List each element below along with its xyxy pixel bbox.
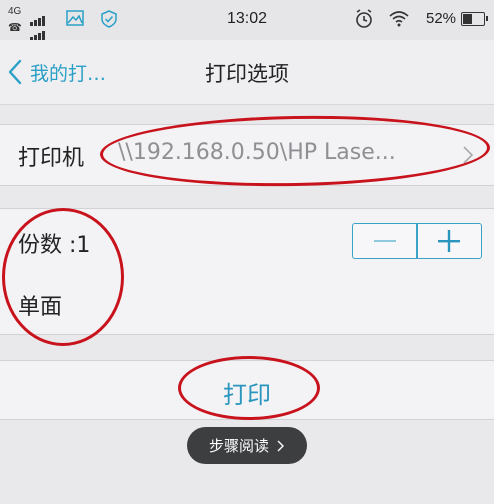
- status-bar: 4G ☎ 13:02 52%: [0, 0, 494, 41]
- copies-stepper[interactable]: [352, 223, 482, 259]
- battery-tip: [486, 16, 488, 21]
- battery-percent: 52%: [426, 10, 457, 27]
- annotation-ellipse-options: [2, 208, 124, 346]
- plus-icon: [438, 230, 461, 252]
- guide-pill[interactable]: 步骤阅读: [187, 427, 307, 464]
- clock: 13:02: [226, 10, 268, 27]
- minus-icon: [373, 240, 396, 242]
- wifi-icon: [389, 11, 409, 27]
- increment-button[interactable]: [418, 224, 481, 258]
- printer-label: 打印机: [18, 146, 85, 171]
- guide-label: 步骤阅读: [208, 437, 269, 455]
- battery-icon: [461, 12, 485, 26]
- annotation-ellipse-print: [178, 356, 320, 420]
- decrement-button[interactable]: [353, 224, 416, 258]
- chevron-right-icon: [277, 440, 284, 451]
- page-title: 打印选项: [205, 62, 289, 86]
- nav-bar: 我的打… 打印选项: [0, 40, 494, 105]
- alarm-icon: [356, 9, 372, 28]
